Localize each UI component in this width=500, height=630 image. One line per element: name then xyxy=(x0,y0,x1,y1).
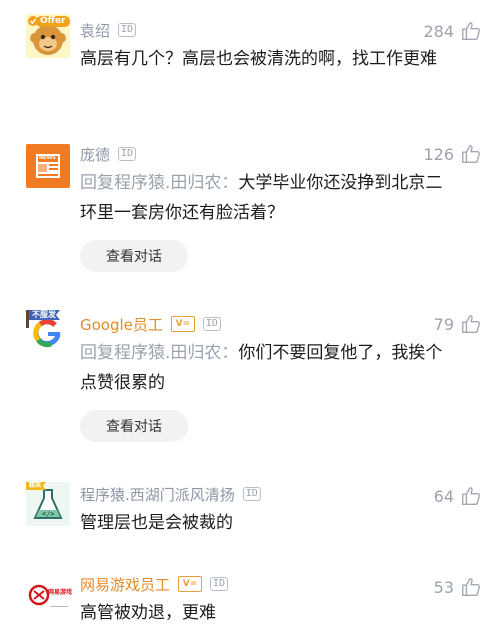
netease-avatar[interactable]: 网易游戏 xyxy=(26,574,73,618)
thumbs-up-icon[interactable] xyxy=(460,20,482,42)
like-count: 64 xyxy=(433,486,454,506)
view-conversation-button[interactable]: 查看对话 xyxy=(80,240,188,272)
comment-text: 管理层也是会被裁的 xyxy=(80,508,450,538)
comment-header: 袁绍 ID xyxy=(80,18,137,42)
offer-badge-label: Offer xyxy=(40,16,66,26)
comment-text: 回复程序猿.田归农：你们不要回复他了，我挨个点赞很累的 xyxy=(80,338,450,398)
username[interactable]: 袁绍 xyxy=(80,20,110,41)
id-badge: ID xyxy=(242,487,261,501)
flag-badge-label: 精英 xyxy=(29,482,42,489)
username[interactable]: 程序猿.西湖门派风清扬 xyxy=(80,484,235,505)
id-badge: ID xyxy=(210,577,229,591)
google-avatar[interactable]: 不服发 xyxy=(26,310,70,354)
like-count: 284 xyxy=(423,21,454,41)
like-button[interactable]: 79 xyxy=(434,313,482,335)
like-count: 126 xyxy=(423,144,454,164)
thumbs-up-icon[interactable] xyxy=(460,576,482,598)
like-count: 79 xyxy=(433,314,454,334)
reply-prefix: 回复 xyxy=(80,173,114,193)
netease-logo-text: 网易游戏 xyxy=(48,589,73,596)
news-avatar[interactable]: NEWS xyxy=(26,144,70,188)
comment-header: Google员工 V= ID xyxy=(80,312,221,336)
like-button[interactable]: 284 xyxy=(423,20,482,42)
comment-text: 高管被劝退，更难 xyxy=(80,598,450,628)
verified-employee-icon: V= xyxy=(170,316,195,332)
code-flask-avatar[interactable]: 精英 </> xyxy=(26,482,70,526)
verified-employee-icon: V= xyxy=(178,576,203,592)
comment-body: 管理层也是会被裁的 xyxy=(80,513,233,533)
thumbs-up-icon[interactable] xyxy=(460,143,482,165)
username[interactable]: Google员工 xyxy=(80,314,163,335)
thumbs-up-icon[interactable] xyxy=(460,485,482,507)
comment-header: 网易游戏员工 V= ID xyxy=(80,572,229,596)
monkey-offer-avatar[interactable]: Offer xyxy=(26,14,70,58)
like-count: 53 xyxy=(433,577,454,597)
like-button[interactable]: 53 xyxy=(434,576,482,598)
news-logo-label: NEWS xyxy=(39,155,56,161)
comment-header: 程序猿.西湖门派风清扬 ID xyxy=(80,482,261,506)
id-badge: ID xyxy=(118,23,137,37)
comment-text: 回复程序猿.田归农：大学毕业你还没挣到北京二环里一套房你还有脸活着？ xyxy=(80,168,450,228)
comment-body: 高管被劝退，更难 xyxy=(80,603,216,623)
view-conversation-button[interactable]: 查看对话 xyxy=(80,410,188,442)
comment-header: 庞德 ID xyxy=(80,142,137,166)
comment-body: 高层有几个？高层也会被清洗的啊，找工作更难 xyxy=(80,49,437,69)
username[interactable]: 庞德 xyxy=(80,144,110,165)
flag-badge-label: 不服发 xyxy=(32,310,56,319)
like-button[interactable]: 126 xyxy=(423,143,482,165)
username[interactable]: 网易游戏员工 xyxy=(80,574,170,595)
reply-target-username[interactable]: 程序猿.田归农： xyxy=(114,173,238,193)
reply-target-username[interactable]: 程序猿.田归农： xyxy=(114,343,238,363)
like-button[interactable]: 64 xyxy=(434,485,482,507)
id-badge: ID xyxy=(118,147,137,161)
id-badge: ID xyxy=(202,317,221,331)
reply-prefix: 回复 xyxy=(80,343,114,363)
thumbs-up-icon[interactable] xyxy=(460,313,482,335)
code-icon: </> xyxy=(42,510,55,518)
comment-text: 高层有几个？高层也会被清洗的啊，找工作更难 xyxy=(80,44,450,74)
